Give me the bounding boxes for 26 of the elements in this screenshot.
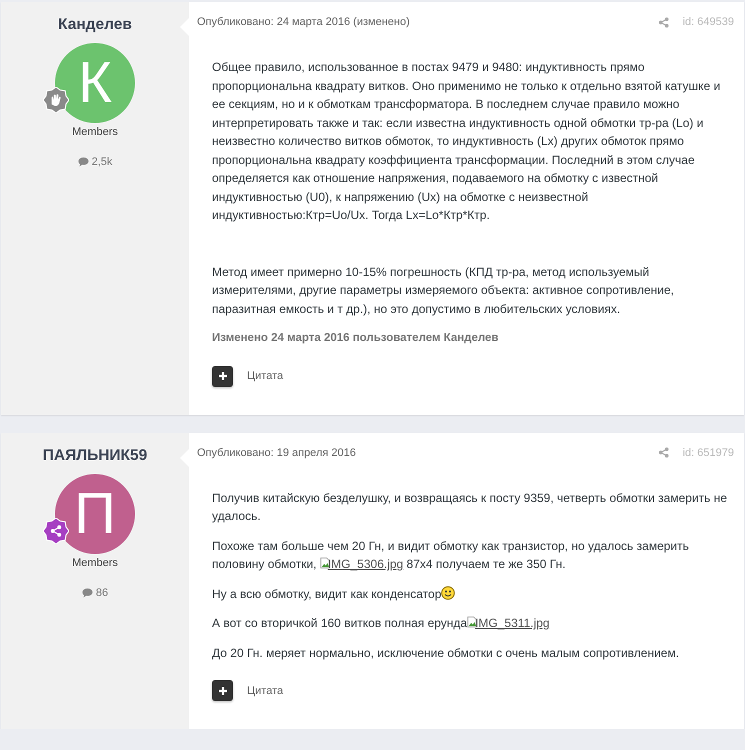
post-paragraph: Получив китайскую безделушку, и возвращаясь к посту 9359, четверть обмотки замерить не удалось. — [212, 490, 728, 525]
broken-image-icon — [320, 557, 330, 569]
quote-link[interactable]: Цитата — [247, 684, 284, 696]
multiquote-button[interactable] — [212, 680, 233, 701]
quote-link[interactable]: Цитата — [247, 370, 284, 382]
multiquote-button[interactable] — [212, 366, 233, 386]
member-group: Members — [72, 126, 118, 138]
post-count: 2,5k — [92, 156, 112, 168]
post-paragraph: Общее правило, использованное в постах 9479 и 9480: индуктивность прямо пропорциональна квадрату витков. Оно применимо не только к отдельно взятой катушке и ее секциям, но и к обмоткам трансформатора. В последнем случае правило можно интерпретировать также и так: если известна индуктивность одной обмотки тр-ра (Lo) и неизвестно количество витков обмоток, то индуктивность (Lx) других обмоток прямо пропорциональна квадрату коэффициента трансформации. Последний в этом случае определяется как отношение напряжения, подаваемого на обмотку с известной индуктивностью (U0), к напряжению (Ux) на обмотке с неизвестной индуктивностью:Ктр=Uo/Ux. Тогда Lx=Lo*Ктр*Ктр. — [212, 59, 722, 224]
post-date: Опубликовано: 24 марта 2016 (изменено) — [197, 16, 410, 28]
post-date: Опубликовано: 19 апреля 2016 — [197, 446, 356, 458]
comment-icon — [82, 588, 93, 598]
plus-icon — [218, 371, 228, 381]
post-paragraph: До 20 Гн. меряет нормально, исключение обмотки с очень малым сопротивлением. — [212, 644, 680, 662]
member-group: Members — [72, 556, 118, 568]
post-paragraph: Метод имеет примерно 10-15% погрешность (КПД тр-ра, метод используемый измерителями, другие параметры измеряемого объекта: активное сопротивление, паразитная емкость и т др.), но это допустимо в любительских условиях. — [212, 264, 676, 318]
comment-icon — [78, 157, 89, 167]
post-count: 86 — [96, 586, 108, 598]
post-paragraph: Ну а всю обмотку, видит как конденсатор — [212, 584, 728, 603]
smiley-icon — [441, 586, 456, 600]
broken-image-icon — [467, 616, 478, 628]
avatar[interactable]: П — [55, 474, 135, 554]
author-name[interactable]: Канделев — [58, 16, 132, 34]
author-name[interactable]: ПАЯЛЬНИК59 — [42, 446, 148, 464]
plus-icon — [218, 686, 228, 696]
edited-note: Изменено 24 марта 2016 пользователем Канделев — [212, 331, 500, 346]
